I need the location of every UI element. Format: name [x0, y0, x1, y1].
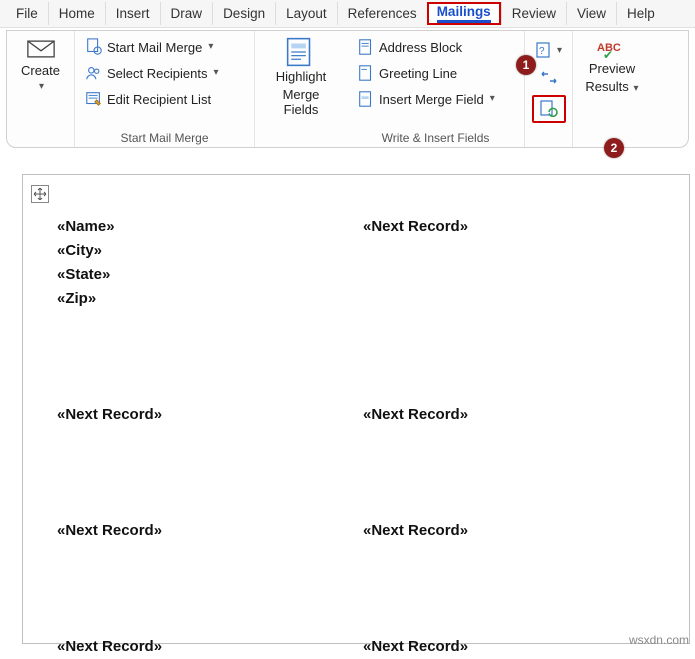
- merge-field-name: «Name»: [57, 215, 363, 239]
- merge-field-state: «State»: [57, 263, 363, 287]
- create-label: Create: [21, 63, 60, 79]
- group-label-start-mail-merge: Start Mail Merge: [81, 129, 248, 145]
- select-recipients-label: Select Recipients: [107, 67, 207, 80]
- update-labels-icon: [539, 100, 559, 118]
- group-preview: ABC✔ Preview Results ▾: [573, 31, 651, 147]
- label-cell-1: «Name» «City» «State» «Zip»: [57, 215, 363, 311]
- ribbon-tabs: File Home Insert Draw Design Layout Refe…: [0, 0, 695, 28]
- list-edit-icon: [85, 90, 103, 108]
- rules-icon: ?: [535, 41, 555, 59]
- label-cell-6: «Next Record»: [363, 519, 669, 543]
- envelope-icon: [27, 37, 55, 61]
- label-cell-4: «Next Record»: [363, 403, 669, 427]
- chevron-down-icon: ▾: [39, 81, 44, 93]
- insert-merge-field-label: Insert Merge Field: [379, 93, 484, 106]
- chevron-down-icon: ▾: [213, 68, 218, 78]
- tab-file[interactable]: File: [6, 2, 48, 25]
- tab-review[interactable]: Review: [501, 2, 566, 25]
- tab-mailings[interactable]: Mailings: [427, 2, 501, 25]
- highlight-line2: Merge Fields: [267, 87, 335, 118]
- document-field-icon: [357, 90, 375, 108]
- chevron-down-icon: ▾: [631, 83, 639, 94]
- document-icon: [357, 38, 375, 56]
- chevron-down-icon: ▾: [557, 45, 562, 56]
- preview-results-button[interactable]: ABC✔ Preview Results ▾: [579, 35, 645, 97]
- highlight-line1: Highlight: [276, 69, 327, 85]
- match-fields-icon: [539, 69, 559, 87]
- rules-button[interactable]: ? ▾: [535, 39, 563, 61]
- merge-field-next-record: «Next Record»: [57, 519, 363, 543]
- merge-field-next-record: «Next Record»: [57, 635, 363, 659]
- badge-2: 2: [604, 138, 624, 158]
- group-write-insert: Address Block Greeting Line Insert Merge…: [347, 31, 525, 147]
- chevron-down-icon: ▾: [208, 42, 213, 52]
- chevron-down-icon: ▾: [490, 94, 495, 104]
- tab-layout[interactable]: Layout: [275, 2, 337, 25]
- label-cell-5: «Next Record»: [57, 519, 363, 543]
- abc-check-icon: ABC✔: [595, 37, 629, 59]
- merge-field-next-record: «Next Record»: [363, 635, 669, 659]
- address-block-label: Address Block: [379, 41, 462, 54]
- address-block-button[interactable]: Address Block: [353, 35, 518, 59]
- merge-field-city: «City»: [57, 239, 363, 263]
- tab-draw[interactable]: Draw: [160, 2, 213, 25]
- tab-help[interactable]: Help: [616, 2, 665, 25]
- label-cell-3: «Next Record»: [57, 403, 363, 427]
- highlight-doc-icon: [284, 37, 318, 67]
- tab-design[interactable]: Design: [212, 2, 275, 25]
- greeting-line-button[interactable]: Greeting Line: [353, 61, 518, 85]
- ribbon: Create ▾ Start Mail Merge ▾ Select Recip…: [6, 30, 689, 148]
- document-canvas: «Name» «City» «State» «Zip» «Next Record…: [22, 174, 690, 644]
- merge-field-zip: «Zip»: [57, 287, 363, 311]
- document-gear-icon: [85, 38, 103, 56]
- preview-line1: Preview: [589, 61, 635, 77]
- badge-1: 1: [516, 55, 536, 75]
- tab-insert[interactable]: Insert: [105, 2, 160, 25]
- select-recipients-button[interactable]: Select Recipients ▾: [81, 61, 248, 85]
- group-start-mail-merge: Start Mail Merge ▾ Select Recipients ▾ E…: [75, 31, 255, 147]
- match-fields-button[interactable]: [535, 67, 563, 89]
- start-mail-merge-label: Start Mail Merge: [107, 41, 202, 54]
- people-icon: [85, 64, 103, 82]
- table-move-handle[interactable]: [31, 185, 49, 203]
- label-cell-2: «Next Record»: [363, 215, 669, 311]
- tab-home[interactable]: Home: [48, 2, 105, 25]
- move-icon: [34, 188, 46, 200]
- label-cell-7: «Next Record»: [57, 635, 363, 659]
- tab-view[interactable]: View: [566, 2, 616, 25]
- edit-recipient-list-button[interactable]: Edit Recipient List: [81, 87, 248, 111]
- insert-merge-field-button[interactable]: Insert Merge Field ▾: [353, 87, 518, 111]
- edit-recipient-list-label: Edit Recipient List: [107, 93, 211, 106]
- update-labels-button[interactable]: [535, 98, 563, 120]
- group-create: Create ▾: [7, 31, 75, 147]
- group-label-write-insert: Write & Insert Fields: [353, 129, 518, 145]
- update-labels-highlight: [532, 95, 566, 123]
- highlight-merge-fields-button[interactable]: Highlight Merge Fields: [261, 35, 341, 120]
- merge-field-next-record: «Next Record»: [363, 215, 669, 239]
- svg-text:✔: ✔: [603, 48, 613, 59]
- merge-field-next-record: «Next Record»: [57, 403, 363, 427]
- start-mail-merge-button[interactable]: Start Mail Merge ▾: [81, 35, 248, 59]
- labels-grid: «Name» «City» «State» «Zip» «Next Record…: [57, 215, 669, 659]
- svg-text:?: ?: [539, 46, 545, 57]
- group-tools: ? ▾: [525, 31, 573, 147]
- preview-line2: Results: [585, 79, 628, 94]
- active-tab-underline: [437, 20, 491, 23]
- tab-references[interactable]: References: [337, 2, 427, 25]
- create-button[interactable]: Create ▾: [13, 35, 68, 95]
- document-icon: [357, 64, 375, 82]
- tab-mailings-label: Mailings: [437, 4, 491, 19]
- watermark: wsxdn.com: [629, 633, 689, 647]
- group-highlight: Highlight Merge Fields: [255, 31, 347, 147]
- merge-field-next-record: «Next Record»: [363, 403, 669, 427]
- greeting-line-label: Greeting Line: [379, 67, 457, 80]
- label-cell-8: «Next Record»: [363, 635, 669, 659]
- merge-field-next-record: «Next Record»: [363, 519, 669, 543]
